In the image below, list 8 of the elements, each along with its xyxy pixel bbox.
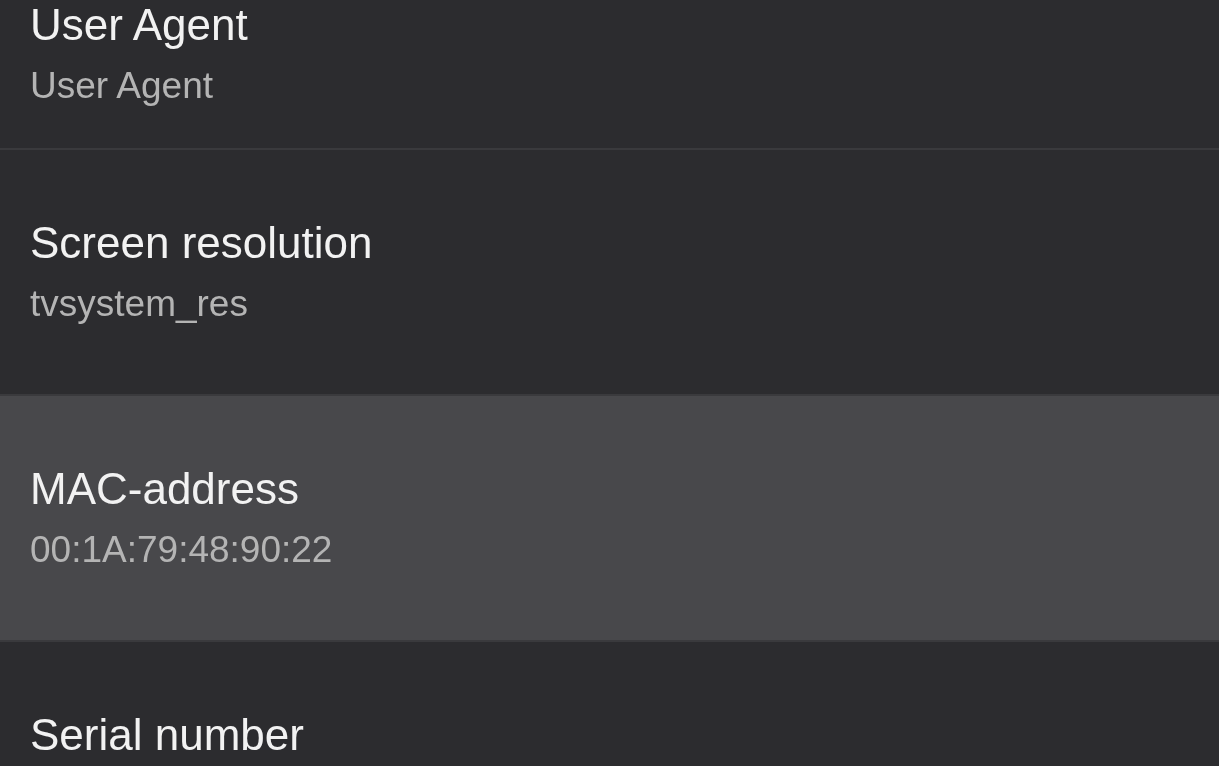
item-title: Screen resolution bbox=[30, 218, 374, 268]
item-value: tvsystem_res bbox=[30, 282, 249, 326]
item-title: User Agent bbox=[30, 0, 249, 50]
settings-item[interactable]: MAC-address 00:1A:79:48:90:22 bbox=[0, 396, 1219, 642]
item-value: User Agent bbox=[30, 64, 215, 108]
item-value: 00:1A:79:48:90:22 bbox=[30, 528, 334, 572]
item-title: Serial number bbox=[30, 710, 305, 760]
item-title: MAC-address bbox=[30, 464, 300, 514]
